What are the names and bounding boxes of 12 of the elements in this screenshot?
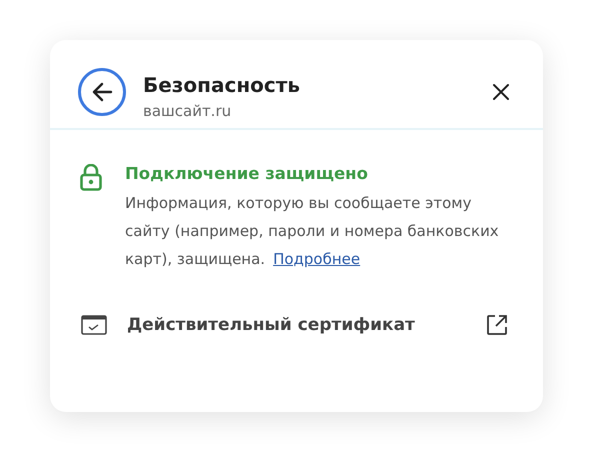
dialog-title: Безопасность [143,73,301,97]
external-link-icon [485,313,509,337]
status-description: Информация, которую вы сообщаете этому сайту (например, пароли и номера банковских карт), защищена. Подробнее [125,193,500,270]
more-link[interactable]: Подробнее [273,250,360,268]
status-heading: Подключение защищено [125,164,369,183]
certificate-icon [81,315,107,335]
site-address: вашсайт.ru [143,102,232,120]
back-arrow-icon [91,82,113,102]
back-button[interactable] [78,68,126,116]
lock-icon [80,164,102,191]
certificate-label[interactable]: Действительный сертификат [127,315,465,335]
open-external-button[interactable] [485,313,509,337]
